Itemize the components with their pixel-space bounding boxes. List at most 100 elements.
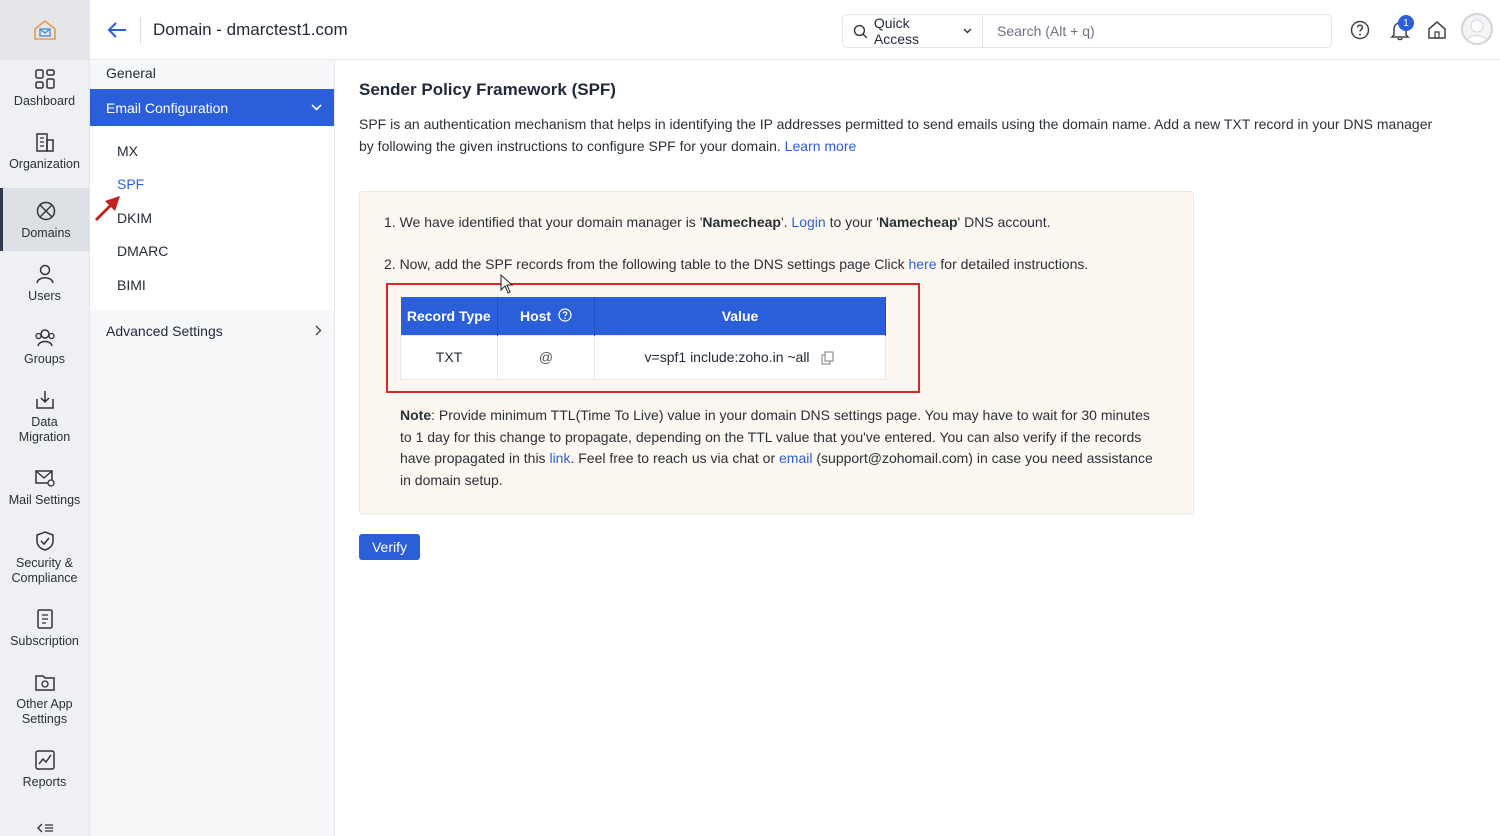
col-host-label: Host xyxy=(519,307,552,324)
chevron-right-icon xyxy=(315,325,322,336)
learn-more-link[interactable]: Learn more xyxy=(785,138,857,154)
nav-mx[interactable]: MX xyxy=(90,134,334,168)
note-label: Note xyxy=(400,407,432,423)
page-title: Domain - dmarctest1.com xyxy=(153,20,348,39)
rail-label: Subscription xyxy=(10,634,79,648)
annotation-arrow-icon xyxy=(94,196,120,222)
rail-label: Users xyxy=(28,289,61,303)
shield-check-icon xyxy=(35,531,54,551)
email-link[interactable]: email xyxy=(779,450,812,466)
step-one: 1. We have identified that your domain m… xyxy=(384,212,1169,232)
step-text: 2. Now, add the SPF records from the fol… xyxy=(384,256,909,272)
col-record-type: Record Type xyxy=(400,297,498,335)
nav-email-configuration[interactable]: Email Configuration xyxy=(90,89,334,126)
nav-dmarc[interactable]: DMARC xyxy=(90,235,334,269)
ttl-note: Note: Provide minimum TTL(Time To Live) … xyxy=(384,405,1154,491)
top-header: Domain - dmarctest1.com Quick Access 1 xyxy=(90,0,1500,60)
quick-access-label: Quick Access xyxy=(873,15,919,47)
groups-icon xyxy=(34,329,55,347)
instructions-panel: 1. We have identified that your domain m… xyxy=(359,191,1194,514)
help-circle-icon[interactable] xyxy=(558,308,572,322)
nav-general[interactable]: General xyxy=(90,60,334,88)
nav-bimi[interactable]: BIMI xyxy=(90,268,334,302)
rail-other-app-settings[interactable]: Other App Settings xyxy=(0,665,89,733)
collapse-rail-button[interactable] xyxy=(0,822,90,834)
rail-label: Reports xyxy=(22,775,67,789)
rail-label: Data Migration xyxy=(18,415,71,444)
reports-icon xyxy=(34,750,55,770)
domain-manager-name: Namecheap xyxy=(878,214,958,230)
help-icon[interactable] xyxy=(1348,18,1372,42)
note-text: . Feel free to reach us via chat or xyxy=(570,450,780,466)
step-two: 2. Now, add the SPF records from the fol… xyxy=(384,254,1169,274)
rail-domains[interactable]: Domains xyxy=(0,188,89,251)
section-description: SPF is an authentication mechanism that … xyxy=(359,114,1449,157)
verify-button[interactable]: Verify xyxy=(359,534,420,560)
section-title: Sender Policy Framework (SPF) xyxy=(359,80,616,99)
dashboard-icon xyxy=(34,69,55,89)
copy-icon[interactable] xyxy=(821,351,835,365)
col-value: Value xyxy=(594,297,886,335)
quick-access-dropdown[interactable]: Quick Access xyxy=(843,15,983,47)
subscription-icon xyxy=(36,609,53,629)
step-text: to your ' xyxy=(825,214,879,230)
rail-dashboard[interactable]: Dashboard xyxy=(0,62,89,115)
propagation-link[interactable]: link xyxy=(549,450,570,466)
rail-subscription[interactable]: Subscription xyxy=(0,602,89,655)
user-icon xyxy=(35,264,54,284)
rail-organization[interactable]: Organization xyxy=(0,125,89,178)
col-host: Host xyxy=(497,297,595,335)
home-logo-icon xyxy=(33,19,56,40)
step-text: '. xyxy=(780,214,792,230)
rail-label: Groups xyxy=(24,352,65,366)
rail-data-migration[interactable]: Data Migration xyxy=(0,383,89,451)
step-text: for detailed instructions. xyxy=(936,256,1089,272)
avatar[interactable] xyxy=(1461,13,1493,45)
chevron-down-icon xyxy=(963,28,972,34)
rail-label: Mail Settings xyxy=(8,493,81,507)
rail-groups[interactable]: Groups xyxy=(0,320,89,373)
organization-icon xyxy=(35,133,54,152)
home-icon[interactable] xyxy=(1425,18,1449,42)
rail-mail-settings[interactable]: Mail Settings xyxy=(0,461,89,514)
step-text: 1. We have identified that your domain m… xyxy=(384,214,703,230)
host-cell: @ xyxy=(497,334,595,380)
app-logo[interactable] xyxy=(0,0,89,60)
data-migration-icon xyxy=(35,391,54,409)
header-divider xyxy=(140,18,141,44)
notification-badge: 1 xyxy=(1398,15,1414,31)
rail-reports[interactable]: Reports xyxy=(0,743,89,796)
quick-access-bar: Quick Access xyxy=(842,14,1332,48)
search-input[interactable] xyxy=(983,23,1323,39)
search-icon xyxy=(853,24,868,38)
app-settings-icon xyxy=(34,675,55,691)
rail-label: Other App Settings xyxy=(16,697,73,726)
chevron-down-icon xyxy=(311,104,322,111)
description-text: SPF is an authentication mechanism that … xyxy=(359,116,1433,154)
domain-manager-name: Namecheap xyxy=(702,214,781,230)
table-row: TXT @ v=spf1 include:zoho.in ~all xyxy=(400,334,886,380)
highlight-box: Record Type Host Value TXT @ v=spf1 incl… xyxy=(386,283,920,393)
rail-users[interactable]: Users xyxy=(0,257,89,310)
spf-record-table: Record Type Host Value TXT @ v=spf1 incl… xyxy=(400,297,886,380)
spf-content: Sender Policy Framework (SPF) SPF is an … xyxy=(359,60,1479,560)
nav-dkim[interactable]: DKIM xyxy=(90,201,334,235)
nav-advanced-settings-label: Advanced Settings xyxy=(106,322,223,339)
back-arrow-icon[interactable] xyxy=(106,18,130,42)
rail-label: Dashboard xyxy=(13,94,76,108)
mail-settings-icon xyxy=(34,470,55,487)
app-rail: Dashboard Organization Domains Users Gro… xyxy=(0,0,90,836)
login-link[interactable]: Login xyxy=(791,214,825,230)
instructions-here-link[interactable]: here xyxy=(908,256,936,272)
rail-security-compliance[interactable]: Security & Compliance xyxy=(0,524,89,592)
rail-label: Organization xyxy=(9,157,80,171)
nav-email-configuration-label: Email Configuration xyxy=(106,99,229,116)
avatar-icon xyxy=(1465,19,1489,43)
rail-label: Security & Compliance xyxy=(11,556,78,585)
nav-spf[interactable]: SPF xyxy=(90,168,334,202)
rail-label: Domains xyxy=(21,226,71,240)
spf-value: v=spf1 include:zoho.in ~all xyxy=(644,348,810,365)
step-text: ' DNS account. xyxy=(957,214,1051,230)
email-config-submenu: MX SPF DKIM DMARC BIMI xyxy=(90,126,334,310)
nav-advanced-settings[interactable]: Advanced Settings xyxy=(90,310,334,352)
